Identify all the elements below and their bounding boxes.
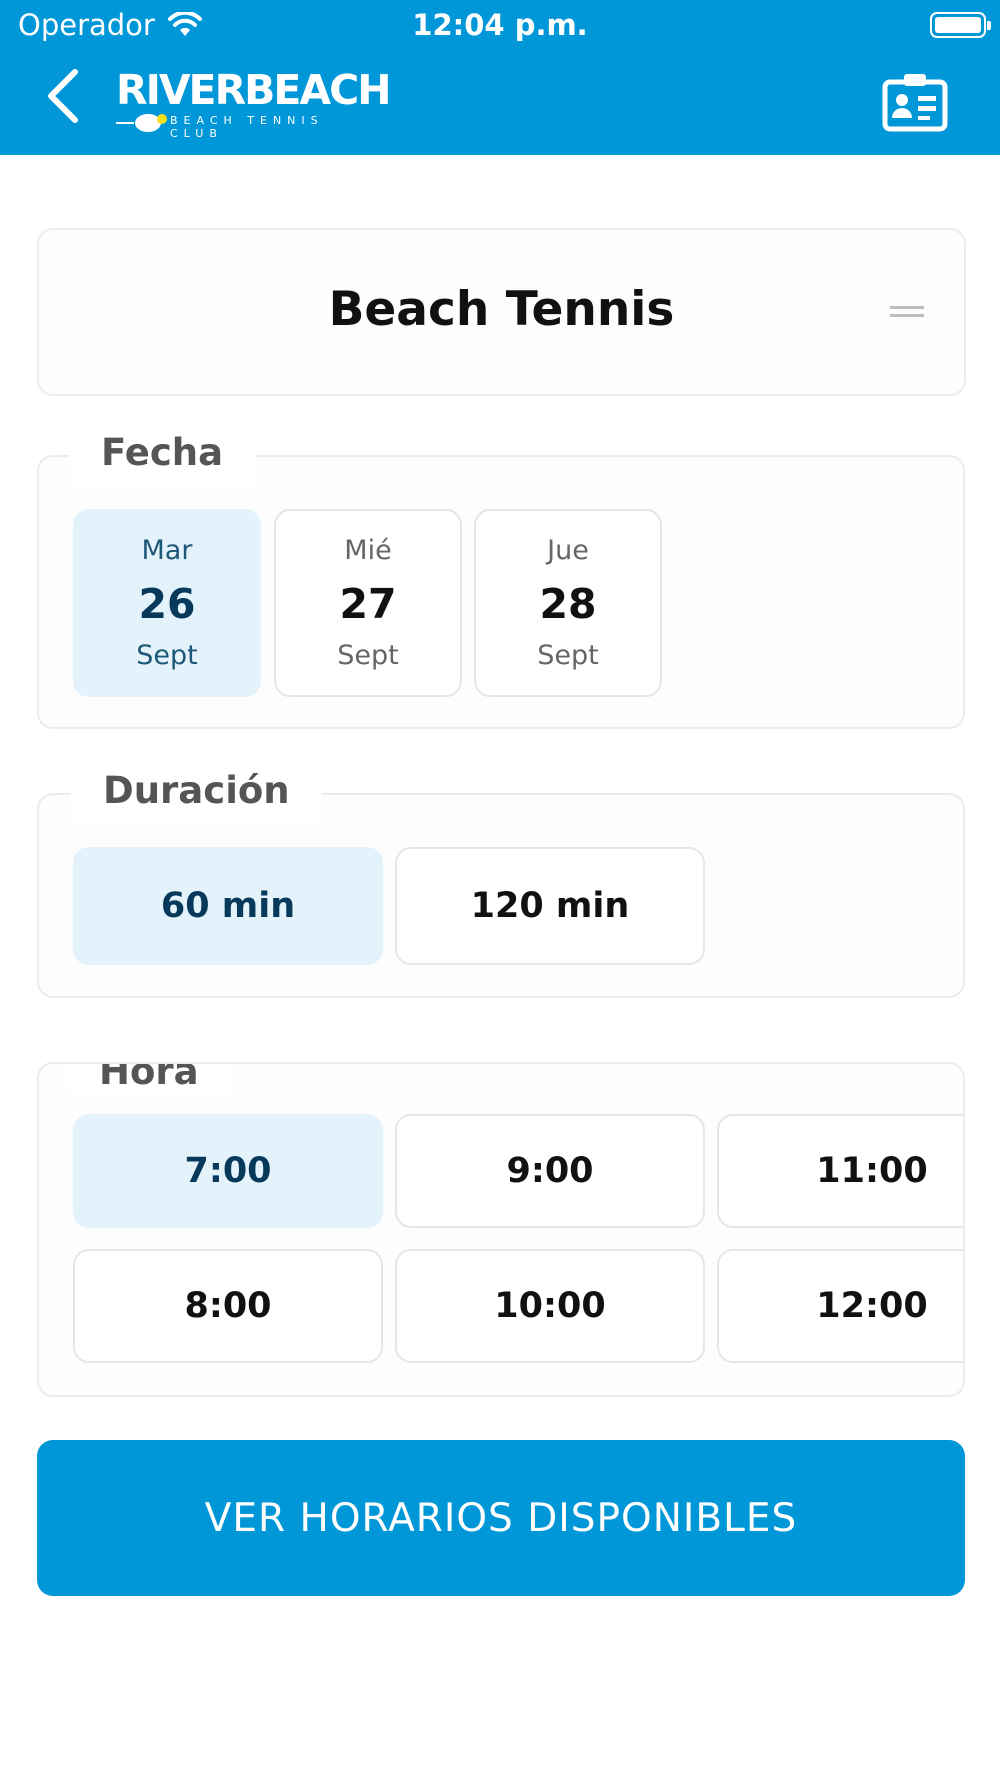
view-available-times-button[interactable]: VER HORARIOS DISPONIBLES — [37, 1440, 965, 1596]
racket-icon — [116, 114, 167, 132]
time-slot[interactable]: 7:00 — [73, 1114, 383, 1228]
time-slot[interactable]: 8:00 — [73, 1249, 383, 1363]
time-slot[interactable]: 12:00 — [717, 1249, 963, 1363]
logo-subtitle: BEACH TENNIS CLUB — [170, 114, 324, 140]
date-month: Sept — [537, 640, 599, 671]
battery-icon — [930, 12, 991, 38]
date-section: Fecha Mar 26 Sept Mié 27 Sept Jue 28 Sep… — [37, 419, 965, 729]
time-slot[interactable]: 9:00 — [395, 1114, 705, 1228]
logo-title: RIVERBEACH — [116, 66, 392, 114]
riverbeach-logo: RIVERBEACH BEACH TENNIS CLUB — [116, 66, 392, 140]
date-day: 28 — [539, 580, 597, 628]
date-month: Sept — [136, 640, 198, 671]
date-weekday: Mar — [141, 535, 193, 566]
app-header: Operador 12:04 p.m. RIVERBEACH BEACH TEN… — [0, 0, 1000, 155]
date-weekday: Jue — [547, 535, 589, 566]
date-section-label: Fecha — [69, 419, 256, 487]
chevron-left-icon — [48, 69, 78, 123]
time-slot[interactable]: 10:00 — [395, 1249, 705, 1363]
back-button[interactable] — [40, 66, 84, 126]
sport-selector[interactable]: Beach Tennis — [37, 228, 966, 396]
date-weekday: Mié — [344, 535, 392, 566]
profile-card-button[interactable] — [882, 72, 948, 132]
date-month: Sept — [337, 640, 399, 671]
duration-option[interactable]: 120 min — [395, 847, 705, 965]
date-option[interactable]: Mié 27 Sept — [274, 509, 462, 697]
sport-title: Beach Tennis — [328, 282, 675, 337]
contact-card-icon — [882, 74, 948, 132]
menu-lines-icon[interactable] — [890, 306, 924, 328]
date-option[interactable]: Jue 28 Sept — [474, 509, 662, 697]
date-day: 26 — [138, 580, 196, 628]
date-day: 27 — [339, 580, 397, 628]
time-section: Hora 7:00 9:00 11:00 8:00 10:00 12:00 — [37, 1062, 965, 1397]
status-time: 12:04 p.m. — [412, 8, 588, 42]
time-section-label: Hora — [67, 1064, 231, 1094]
duration-section-label: Duración — [71, 757, 322, 825]
date-option[interactable]: Mar 26 Sept — [73, 509, 261, 697]
time-slot[interactable]: 11:00 — [717, 1114, 963, 1228]
duration-option[interactable]: 60 min — [73, 847, 383, 965]
duration-section: Duración 60 min 120 min — [37, 757, 965, 998]
